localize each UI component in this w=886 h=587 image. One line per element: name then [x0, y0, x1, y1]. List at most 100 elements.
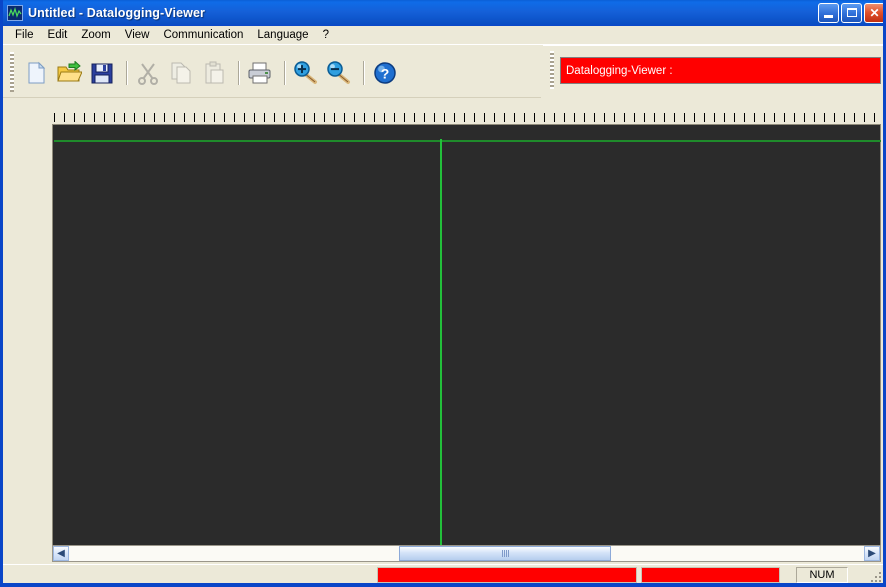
ruler-tick: [344, 113, 345, 122]
cursor-line[interactable]: [440, 139, 442, 558]
status-bar: NUM: [3, 564, 883, 583]
paste-button: [199, 58, 229, 88]
main-toolbar: ?: [21, 52, 403, 94]
scroll-left-button[interactable]: ◀: [53, 546, 69, 561]
zoom-out-button[interactable]: [324, 58, 354, 88]
window-title: Untitled - Datalogging-Viewer: [28, 6, 205, 20]
ruler-tick: [524, 113, 525, 122]
scroll-right-button[interactable]: ▶: [864, 546, 880, 561]
ruler-tick: [764, 113, 765, 122]
ruler-tick: [114, 113, 115, 122]
ruler-tick: [474, 113, 475, 122]
close-icon: ✕: [869, 6, 880, 20]
ruler-tick: [854, 113, 855, 122]
ruler-tick: [174, 113, 175, 122]
ruler-tick: [774, 113, 775, 122]
magnifier-plus-icon: [294, 61, 317, 84]
ruler-tick: [484, 113, 485, 122]
ruler-tick: [414, 113, 415, 122]
copy-button: [166, 58, 196, 88]
ruler-tick: [824, 113, 825, 122]
open-folder-button[interactable]: [54, 58, 84, 88]
waveform-icon: [7, 5, 23, 21]
ruler-tick: [634, 113, 635, 122]
ruler-tick: [514, 113, 515, 122]
close-button[interactable]: ✕: [864, 3, 883, 23]
ruler-tick: [224, 113, 225, 122]
ruler-tick: [274, 113, 275, 122]
ruler-tick: [504, 113, 505, 122]
num-lock-indicator: NUM: [796, 567, 848, 583]
plot-area[interactable]: [52, 124, 881, 558]
ruler-tick: [734, 113, 735, 122]
time-ruler: [52, 112, 881, 124]
ruler-tick: [704, 113, 705, 122]
ruler-tick: [544, 113, 545, 122]
save-button[interactable]: [87, 58, 117, 88]
ruler-tick: [204, 113, 205, 122]
open-folder-icon: [57, 61, 82, 82]
chart-client-area[interactable]: [52, 112, 881, 558]
ruler-tick: [324, 113, 325, 122]
ruler-tick: [244, 113, 245, 122]
cut-button: [133, 58, 163, 88]
ruler-tick: [404, 113, 405, 122]
ruler-tick: [124, 113, 125, 122]
ruler-tick: [444, 113, 445, 122]
ruler-tick: [354, 113, 355, 122]
window-controls: ✕: [818, 3, 883, 23]
ruler-tick: [454, 113, 455, 122]
ruler-tick: [84, 113, 85, 122]
menu-item-zoom[interactable]: Zoom: [74, 28, 117, 42]
ruler-tick: [294, 113, 295, 122]
toolbar-separator-4: [363, 61, 364, 85]
toolbar-separator-2: [238, 61, 239, 85]
toolbar-gripper[interactable]: [10, 52, 14, 92]
ruler-tick: [874, 113, 875, 122]
ruler-tick: [54, 113, 55, 122]
status-pane-red-2: [641, 567, 780, 583]
ruler-tick: [364, 113, 365, 122]
ruler-tick: [794, 113, 795, 122]
horizontal-scrollbar[interactable]: ◀ ▶: [52, 545, 881, 562]
print-button[interactable]: [245, 58, 275, 88]
printer-icon: [248, 62, 271, 84]
menu-bar: File Edit Zoom View Communication Langua…: [3, 26, 883, 44]
ruler-tick: [184, 113, 185, 122]
resize-grip-icon[interactable]: [867, 568, 881, 582]
menu-item-language[interactable]: Language: [250, 28, 315, 42]
ruler-tick: [564, 113, 565, 122]
ruler-tick: [94, 113, 95, 122]
new-document-button[interactable]: [21, 58, 51, 88]
zoom-in-button[interactable]: [291, 58, 321, 88]
ruler-tick: [584, 113, 585, 122]
toolbar-separator-1: [126, 61, 127, 85]
minimize-button[interactable]: [818, 3, 839, 23]
ruler-tick: [134, 113, 135, 122]
menu-item-file[interactable]: File: [8, 28, 41, 42]
info-panel-gripper[interactable]: [550, 51, 554, 89]
maximize-button[interactable]: [841, 3, 862, 23]
ruler-tick: [594, 113, 595, 122]
scrollbar-thumb[interactable]: [399, 546, 611, 561]
ruler-tick: [554, 113, 555, 122]
ruler-tick: [264, 113, 265, 122]
ruler-tick: [574, 113, 575, 122]
scrollbar-track[interactable]: [69, 546, 864, 561]
help-button[interactable]: ?: [370, 58, 400, 88]
menu-item-edit[interactable]: Edit: [41, 28, 75, 42]
ruler-tick: [534, 113, 535, 122]
menu-item-view[interactable]: View: [118, 28, 157, 42]
ruler-tick: [254, 113, 255, 122]
datalogging-viewer-status-box: Datalogging-Viewer :: [560, 57, 881, 84]
menu-item-communication[interactable]: Communication: [156, 28, 250, 42]
ruler-tick: [844, 113, 845, 122]
ruler-tick: [334, 113, 335, 122]
ruler-tick: [614, 113, 615, 122]
menu-item-help[interactable]: ?: [316, 28, 336, 42]
new-document-icon: [28, 61, 46, 84]
ruler-tick: [814, 113, 815, 122]
title-bar[interactable]: Untitled - Datalogging-Viewer ✕: [3, 0, 883, 26]
ruler-tick: [154, 113, 155, 122]
ruler-tick: [374, 113, 375, 122]
